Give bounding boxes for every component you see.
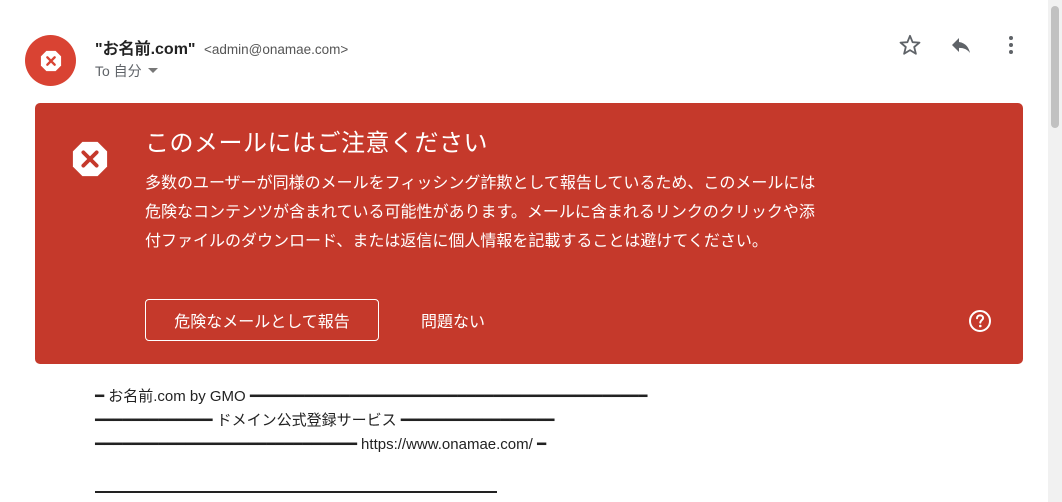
recipient-details[interactable]: To 自分 [95,61,158,81]
not-dangerous-button[interactable]: 問題ない [407,299,499,341]
sender-name: "お名前.com" [95,41,196,58]
error-octagon-icon [72,141,108,177]
body-divider [95,491,497,493]
warning-message: 多数のユーザーが同様のメールをフィッシング詐欺として報告しているため、このメール… [145,175,816,250]
sender-avatar [25,35,76,86]
body-line: ━ お名前.com by GMO ━━━━━━━━━━━━━━━━━━━━━━━… [95,388,648,405]
help-icon[interactable] [968,309,992,333]
sender-line: "お名前.com" <admin@onamae.com> [95,35,348,59]
phishing-warning-banner: このメールにはご注意ください 多数のユーザーが同様のメールをフィッシング詐欺とし… [35,103,1023,364]
body-line: ━━━━━━━━━━━━━ ドメイン公式登録サービス ━━━━━━━━━━━━━… [95,412,555,429]
star-button[interactable] [897,32,923,58]
report-dangerous-button[interactable]: 危険なメールとして報告 [145,299,379,341]
recipient-label: To 自分 [95,63,142,79]
error-octagon-icon [40,50,61,71]
more-options-button[interactable] [998,32,1024,58]
email-body: ━ お名前.com by GMO ━━━━━━━━━━━━━━━━━━━━━━━… [95,385,647,457]
caret-down-icon[interactable] [147,68,158,74]
warning-title: このメールにはご注意ください [145,130,488,157]
star-icon [899,34,921,55]
scrollbar-thumb[interactable] [1051,6,1059,128]
reply-icon [952,38,970,53]
more-vert-icon [1009,36,1013,54]
sender-address: <admin@onamae.com> [203,42,349,57]
reply-button[interactable] [948,32,974,58]
body-line: ━━━━━━━━━━━━━━━━━━━━━━━━━━━━━ https://ww… [95,436,546,453]
scrollbar[interactable] [1048,0,1062,502]
